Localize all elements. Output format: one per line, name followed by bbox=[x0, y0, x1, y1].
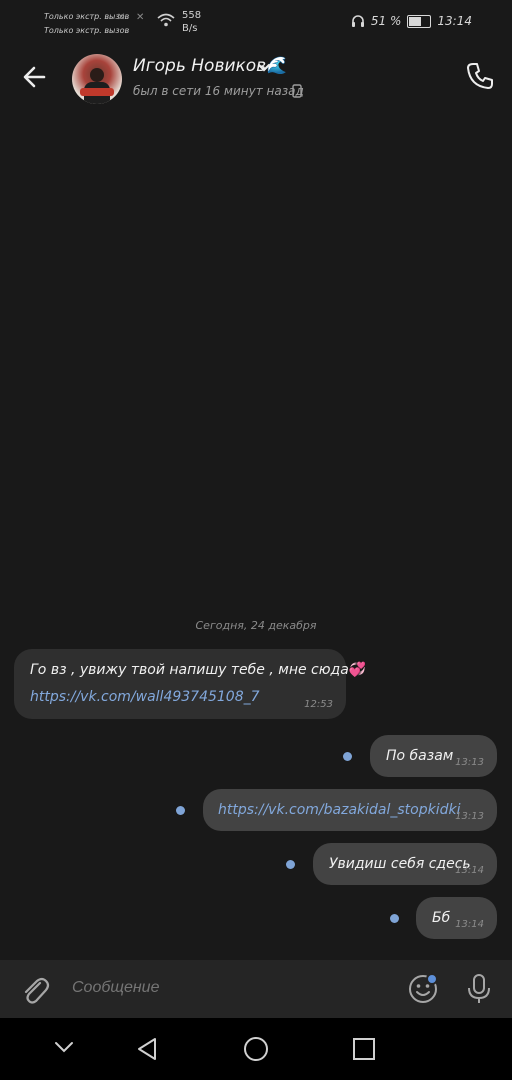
notification-dot bbox=[426, 973, 438, 985]
chat-screen: Только экстр. вызов Только экстр. вызов … bbox=[0, 0, 512, 1080]
avatar-detail bbox=[80, 88, 114, 96]
message-time: 13:14 bbox=[455, 919, 484, 930]
phone-call-icon[interactable] bbox=[464, 60, 496, 92]
network-speed-value: 558 bbox=[182, 10, 202, 21]
avatar-head bbox=[90, 68, 104, 82]
avatar[interactable] bbox=[72, 54, 122, 104]
date-separator: Сегодня, 24 декабря bbox=[195, 619, 317, 632]
status-right: 51 % 13:14 bbox=[351, 14, 472, 28]
message-time: 13:13 bbox=[455, 757, 484, 768]
message-time: 12:53 bbox=[304, 699, 333, 710]
nav-back-icon[interactable] bbox=[135, 1036, 159, 1062]
hearts-emoji: 💞 bbox=[348, 662, 367, 678]
message-time: 13:13 bbox=[455, 811, 484, 822]
back-arrow-icon[interactable] bbox=[20, 62, 50, 92]
signal-icon: ✕ bbox=[117, 12, 126, 23]
nav-recents-icon[interactable] bbox=[352, 1037, 376, 1061]
battery-level bbox=[409, 16, 421, 26]
message-input[interactable] bbox=[70, 978, 374, 998]
signal-icon-2: ✕ bbox=[136, 12, 145, 23]
nav-home-icon[interactable] bbox=[243, 1036, 269, 1062]
chat-header: Игорь Новиков🌊 был в сети 16 минут назад bbox=[0, 44, 512, 114]
message-outgoing[interactable]: https://vk.com/bazakidal_stopkidki 13:13 bbox=[203, 789, 497, 831]
message-text-body: Го вз , увижу твой напишу тебе , мне сюд… bbox=[30, 662, 349, 678]
unread-dot bbox=[390, 914, 399, 923]
message-link[interactable]: https://vk.com/bazakidal_stopkidki bbox=[218, 802, 461, 818]
mobile-device-icon bbox=[292, 84, 302, 98]
headphones-icon bbox=[351, 15, 364, 27]
message-outgoing[interactable]: По базам 13:13 bbox=[370, 735, 497, 777]
network-speed-unit: B/s bbox=[182, 23, 198, 34]
wifi-icon bbox=[157, 13, 175, 27]
system-nav-bar bbox=[0, 1018, 512, 1080]
chevron-down-icon[interactable] bbox=[257, 63, 271, 73]
battery-icon bbox=[407, 14, 432, 28]
message-time: 13:14 bbox=[455, 865, 484, 876]
status-bar: Только экстр. вызов Только экстр. вызов … bbox=[0, 0, 512, 44]
message-text: Увидиш себя сдесь bbox=[329, 856, 471, 872]
message-text: Го вз , увижу твой напишу тебе , мне сюд… bbox=[30, 662, 366, 678]
microphone-icon[interactable] bbox=[466, 973, 492, 1005]
message-outgoing[interactable]: Увидиш себя сдесь 13:14 bbox=[313, 843, 497, 885]
nav-hide-keyboard-chevron-icon[interactable] bbox=[54, 1040, 74, 1054]
unread-dot bbox=[176, 806, 185, 815]
network-speed: 558 B/s bbox=[182, 9, 201, 35]
message-text: По базам bbox=[386, 748, 454, 764]
battery-percent: 51 % bbox=[370, 14, 402, 28]
attach-paperclip-icon[interactable] bbox=[20, 974, 50, 1006]
message-link[interactable]: https://vk.com/wall493745108_7 bbox=[30, 689, 260, 705]
message-text: Бб bbox=[432, 910, 451, 926]
message-composer bbox=[0, 960, 512, 1018]
message-incoming[interactable]: Го вз , увижу твой напишу тебе , мне сюд… bbox=[14, 649, 366, 719]
unread-dot bbox=[343, 752, 352, 761]
message-outgoing[interactable]: Бб 13:14 bbox=[416, 897, 497, 939]
carrier-line-2: Только экстр. вызов bbox=[44, 26, 130, 35]
clock: 13:14 bbox=[437, 14, 472, 28]
unread-dot bbox=[286, 860, 295, 869]
last-seen-status: был в сети 16 минут назад bbox=[133, 84, 304, 98]
